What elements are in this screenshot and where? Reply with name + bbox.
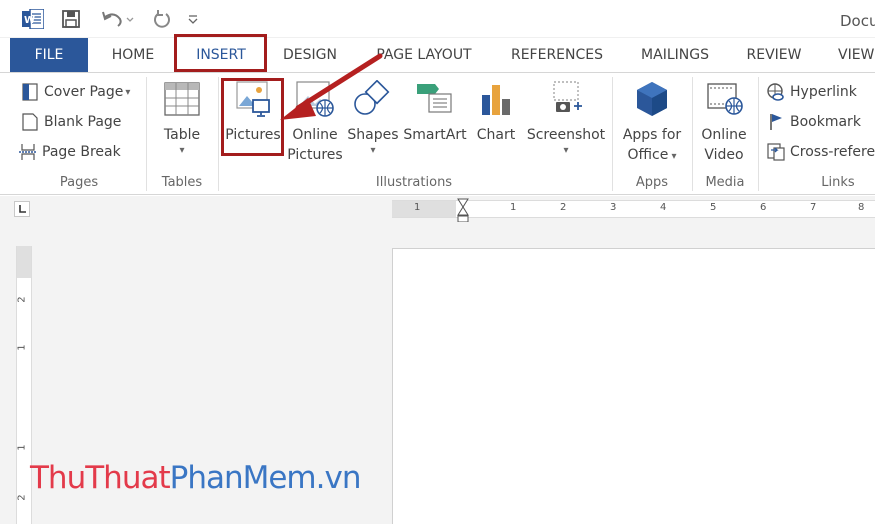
watermark-part-1: ThuThuat [30,460,171,496]
cover-page-label: Cover Page [44,84,124,100]
title-bar: W Docu [0,0,875,38]
group-separator [146,77,147,191]
page-break-label: Page Break [42,144,121,160]
bookmark-button[interactable]: Bookmark [766,109,861,135]
indent-marker-icon[interactable] [456,198,470,224]
page-break-icon [18,142,38,162]
smartart-label: SmartArt [403,127,467,143]
online-video-label-1: Online [701,127,747,143]
group-separator [612,77,613,191]
blank-page-button[interactable]: Blank Page [20,109,121,135]
insert-ribbon: Cover Page ▾ Blank Page Page Break Pages… [0,72,875,195]
ruler-top-margin [17,246,31,278]
apps-for-office-button[interactable]: Apps for Office ▾ [618,79,686,167]
hyperlink-button[interactable]: Hyperlink [766,79,857,105]
ruler-number: 8 [858,202,865,213]
group-separator [218,77,219,191]
group-separator [758,77,759,191]
cover-page-button[interactable]: Cover Page ▾ [20,79,130,105]
ruler-number: 1 [16,344,28,351]
group-label-pages: Pages [59,175,99,190]
table-label: Table [163,127,201,143]
tab-file[interactable]: FILE [10,38,88,72]
cross-reference-label: Cross-refere [790,144,875,160]
insert-tab-highlight [174,34,267,72]
ruler-number: 1 [16,444,28,451]
bookmark-label: Bookmark [790,114,861,130]
chevron-down-icon: ▾ [563,145,569,156]
screenshot-icon [546,79,586,119]
watermark-part-2: PhanMem [169,460,317,496]
smartart-button[interactable]: SmartArt [402,79,468,145]
ruler-number: 6 [760,202,767,213]
chart-label: Chart [476,127,516,143]
blank-page-icon [20,112,40,132]
ruler-number: 5 [710,202,717,213]
document-title: Docu [840,12,875,30]
ruler-number: 1 [414,202,421,213]
ribbon-tabs: FILE HOME INSERT DESIGN PAGE LAYOUT REFE… [0,38,875,72]
group-label-tables: Tables [161,175,203,190]
cover-page-icon [20,82,40,102]
save-icon[interactable] [58,8,84,30]
apps-for-office-label-1: Apps for [622,127,682,143]
svg-text:W: W [24,15,35,26]
screenshot-button[interactable]: Screenshot ▾ [524,79,608,156]
ruler-left-margin [392,201,456,217]
group-label-apps: Apps [635,175,669,190]
group-label-links: Links [821,175,855,190]
redo-icon[interactable] [150,8,174,30]
watermark-part-3: .vn [315,460,362,496]
hyperlink-icon [766,82,786,102]
group-label-illustrations: Illustrations [375,175,453,190]
ruler-number: 7 [810,202,817,213]
hyperlink-label: Hyperlink [790,84,857,100]
bookmark-icon [766,112,786,132]
document-page[interactable] [392,248,875,524]
chart-button[interactable]: Chart [472,79,520,145]
online-pictures-label-2: Pictures [287,147,343,163]
screenshot-label: Screenshot [526,127,606,143]
horizontal-ruler[interactable]: 1 1 2 3 4 5 6 7 8 [392,198,875,223]
apps-for-office-icon [632,79,672,119]
chevron-down-icon: ▾ [370,145,376,156]
ruler-number: 2 [16,296,28,303]
tab-references[interactable]: REFERENCES [504,38,610,72]
online-video-icon [704,79,744,119]
page-break-button[interactable]: Page Break [18,139,121,165]
chevron-down-icon: ▾ [179,145,185,156]
table-button[interactable]: Table ▾ [154,79,210,156]
table-icon [162,79,202,119]
cross-reference-icon [766,142,786,162]
chart-icon [476,79,516,119]
ruler-number: 2 [560,202,567,213]
chevron-down-icon: ▾ [668,151,677,162]
tab-home[interactable]: HOME [102,38,164,72]
tab-review[interactable]: REVIEW [740,38,808,72]
arrow-icon [280,53,383,120]
ruler-number: 2 [16,494,28,501]
ruler-number: 4 [660,202,667,213]
group-label-media: Media [705,175,745,190]
tab-view[interactable]: VIEW [830,38,875,72]
ruler-number: 3 [610,202,617,213]
smartart-icon [415,79,455,119]
watermark: ThuThuatPhanMem.vn [30,460,361,496]
customize-qat-icon[interactable] [184,8,202,30]
apps-for-office-label-2: Office [627,147,669,163]
group-separator [692,77,693,191]
tab-mailings[interactable]: MAILINGS [632,38,718,72]
blank-page-label: Blank Page [44,114,122,130]
cross-reference-button[interactable]: Cross-refere [766,139,875,165]
tab-selector[interactable] [14,201,30,217]
ruler-bar: 1 1 2 3 4 5 6 7 8 [0,196,875,223]
online-video-button[interactable]: Online Video [696,79,752,165]
ruler-number: 1 [510,202,517,213]
chevron-down-icon: ▾ [125,86,131,98]
online-video-label-2: Video [704,147,744,163]
word-logo-icon: W [20,8,46,30]
undo-icon[interactable] [98,8,138,30]
